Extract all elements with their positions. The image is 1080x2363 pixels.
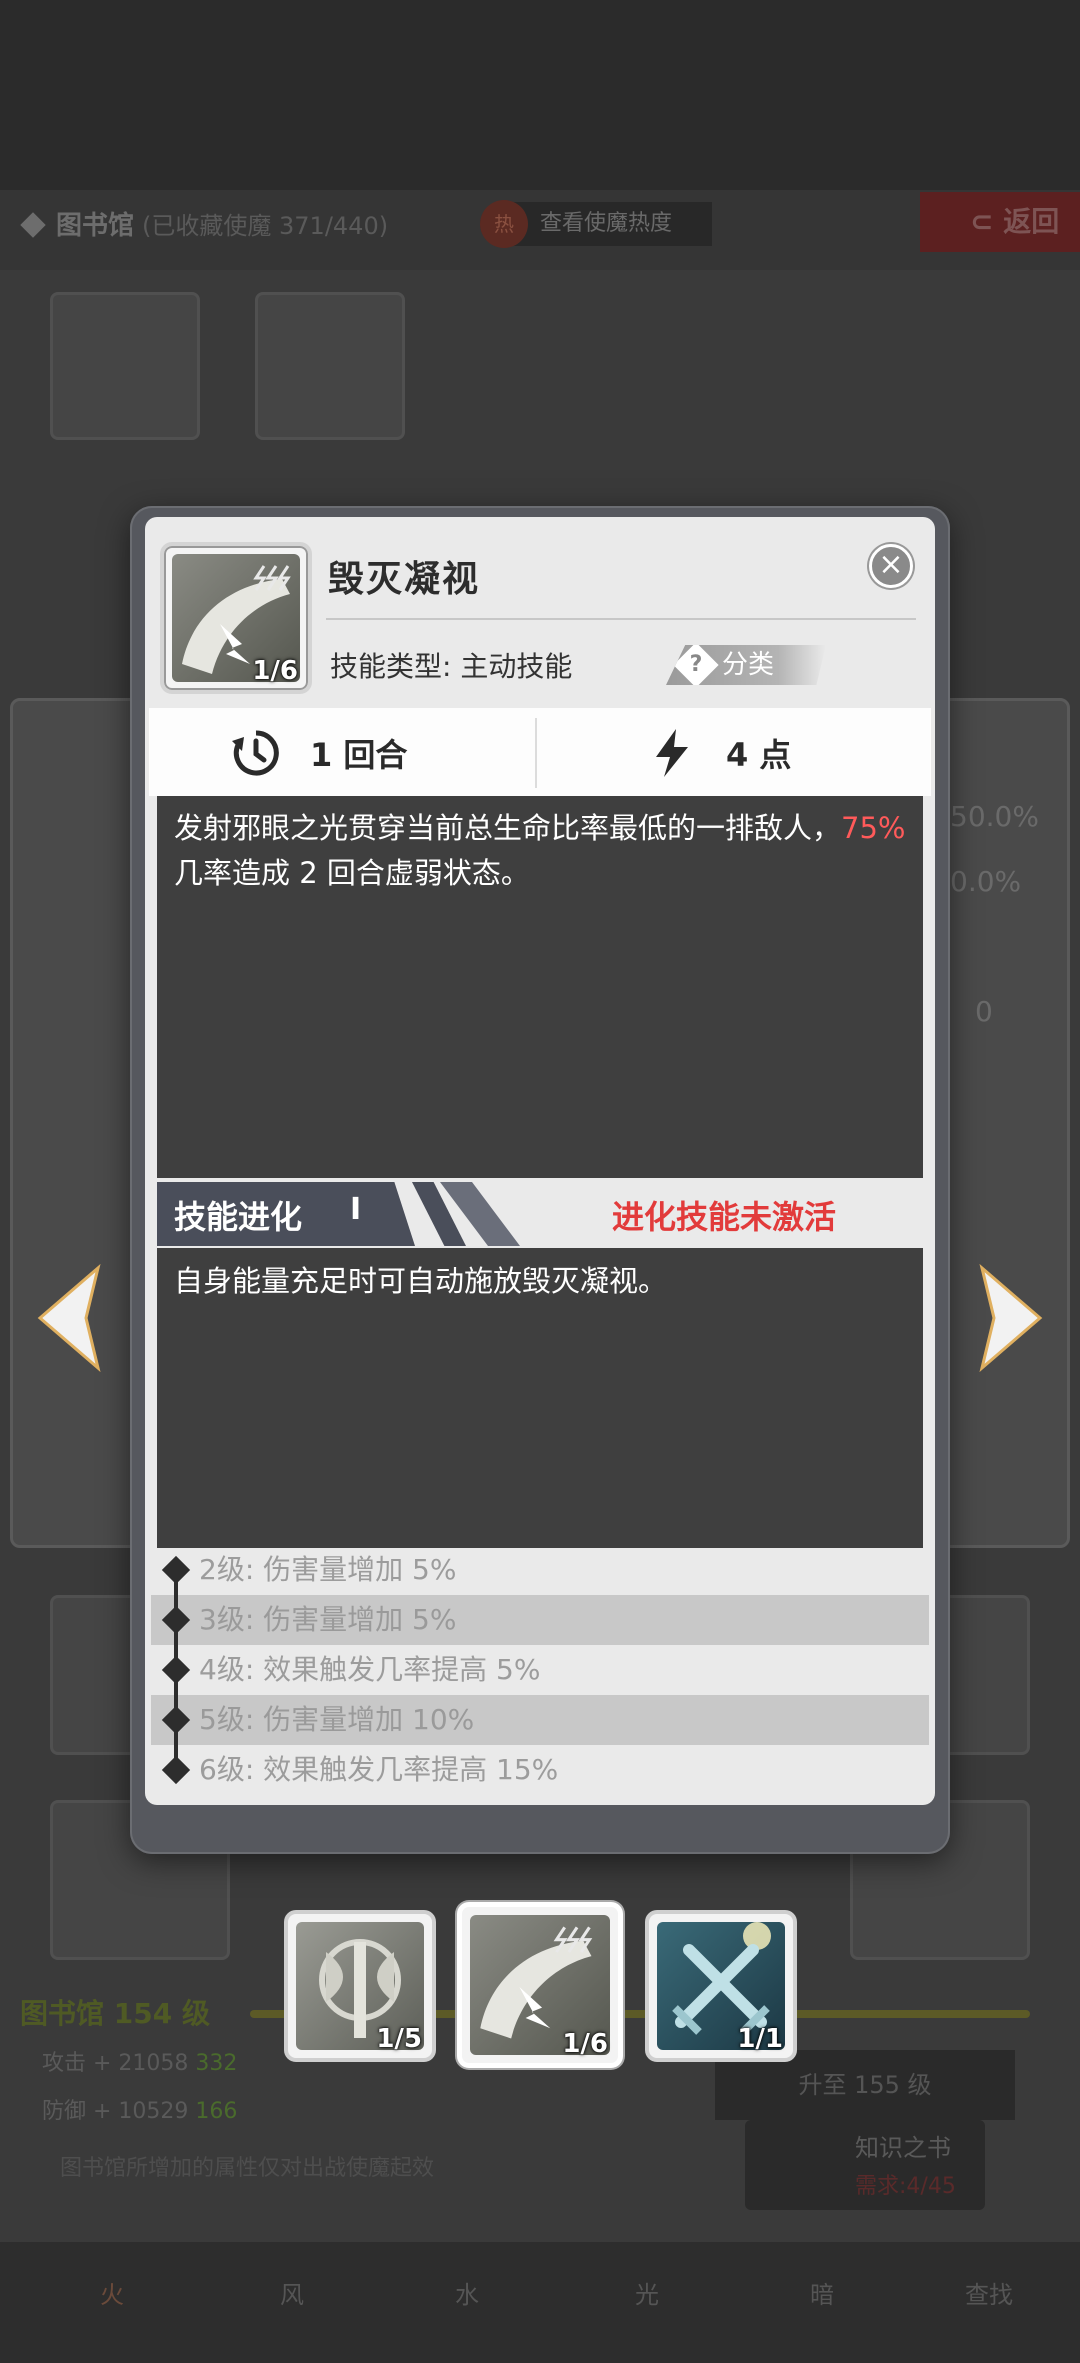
top-bar xyxy=(0,0,1080,190)
heat-icon: 热 xyxy=(480,200,528,248)
lightning-icon xyxy=(656,729,688,777)
evolution-description: 自身能量充足时可自动施放毁灭凝视。 xyxy=(174,1264,668,1298)
library-note: 图书馆所增加的属性仅对出战使魔起效 xyxy=(60,2156,435,2181)
title-divider xyxy=(326,618,916,620)
energy-cost-stat: 4 点 xyxy=(646,718,791,788)
cooldown-stat: 1 回合 xyxy=(230,718,407,788)
tab-wind[interactable]: 风 xyxy=(280,2275,304,2310)
tab-water[interactable]: 水 xyxy=(455,2275,479,2310)
clock-icon xyxy=(232,730,279,776)
level-item: 2级: 伤害量增加 5% xyxy=(199,1553,457,1586)
skill-slot-swords[interactable]: 1/1 xyxy=(645,1910,797,2062)
next-arrow-icon[interactable] xyxy=(962,1258,1052,1378)
skill-icon: 1/6 xyxy=(160,542,312,694)
tab-dark[interactable]: 暗 xyxy=(810,2275,834,2310)
stat-value: 0 xyxy=(975,995,993,1028)
level-item: 3级: 伤害量增加 5% xyxy=(151,1595,929,1645)
diamond-icon xyxy=(20,212,46,238)
defense-stat: 防御 + 10529 166 xyxy=(42,2099,238,2124)
familiar-card[interactable] xyxy=(255,292,405,440)
level-item: 5级: 伤害量增加 10% xyxy=(151,1695,929,1745)
category-button[interactable]: ? 分类 xyxy=(666,645,826,685)
view-heat-button[interactable]: 热 查看使魔热度 xyxy=(480,200,713,248)
skill-count: 1/6 xyxy=(252,656,298,686)
stat-value: 50.0% xyxy=(950,800,1039,833)
skill-type: 技能类型: 主动技能 xyxy=(330,650,573,683)
close-button[interactable]: × xyxy=(869,544,913,588)
stats-divider xyxy=(535,718,537,788)
previous-arrow-icon[interactable] xyxy=(28,1258,118,1378)
tab-fire[interactable]: 火 xyxy=(100,2275,124,2310)
bottom-tab-bar xyxy=(0,2240,1080,2363)
stat-value: 0.0% xyxy=(950,865,1022,898)
level-item: 4级: 效果触发几率提高 5% xyxy=(199,1653,541,1686)
tab-search[interactable]: 查找 xyxy=(965,2275,1013,2310)
level-item: 6级: 效果触发几率提高 15% xyxy=(199,1753,559,1786)
back-button[interactable]: ⊂ 返回 xyxy=(920,192,1080,252)
evolution-tier: I xyxy=(350,1192,362,1227)
skill-slot-axe[interactable]: 1/5 xyxy=(284,1910,436,2062)
level-list: 2级: 伤害量增加 5% 3级: 伤害量增加 5% 4级: 效果触发几率提高 5… xyxy=(151,1545,929,1795)
skill-description: 发射邪眼之光贯穿当前总生命比率最低的一排敌人，75% 几率造成 2 回合虚弱状态… xyxy=(174,811,906,890)
knowledge-book-item: 知识之书 需求:4/45 xyxy=(745,2120,985,2210)
skill-count: 1/1 xyxy=(737,2024,783,2054)
skill-count: 1/5 xyxy=(376,2024,422,2054)
library-level: 图书馆 154 级 xyxy=(20,1997,210,2030)
evolution-label: 技能进化 xyxy=(174,1198,303,1236)
skill-count: 1/6 xyxy=(562,2029,608,2059)
tab-light[interactable]: 光 xyxy=(635,2275,659,2310)
locked-card[interactable] xyxy=(50,292,200,440)
evolution-status: 进化技能未激活 xyxy=(612,1198,837,1236)
skill-name: 毁灭凝视 xyxy=(328,559,481,600)
library-title: 图书馆 (已收藏使魔 371/440) xyxy=(20,205,388,242)
attack-stat: 攻击 + 21058 332 xyxy=(42,2051,238,2076)
skill-slot-gaze[interactable]: 1/6 xyxy=(457,1902,623,2068)
